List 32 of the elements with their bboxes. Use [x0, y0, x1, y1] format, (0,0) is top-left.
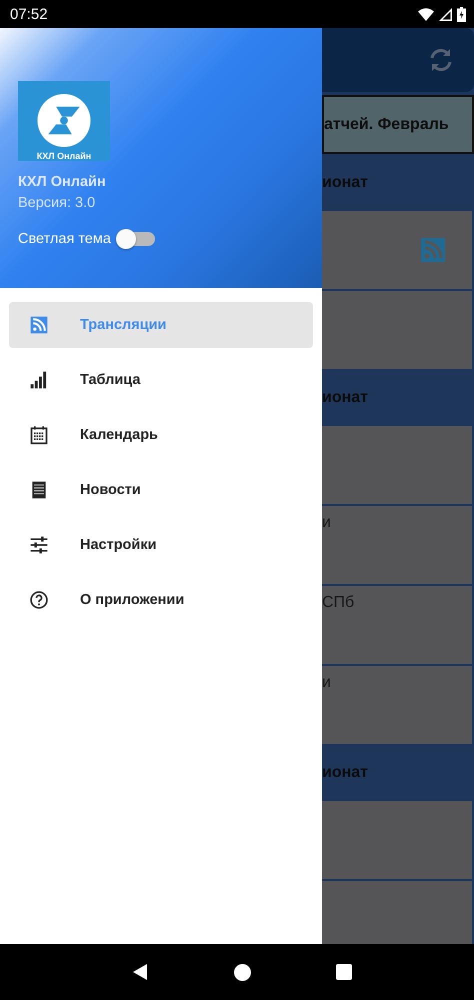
card-text: и [322, 674, 331, 691]
section-title: ионат [322, 764, 368, 782]
wifi-icon [418, 8, 434, 20]
app-version: Версия: 3.0 [18, 195, 96, 211]
help-icon [29, 590, 49, 610]
refresh-icon[interactable] [428, 47, 454, 73]
theme-label: Светлая тема [18, 231, 111, 247]
menu-item[interactable]: О приложении [9, 577, 313, 623]
section-title: ионат [322, 388, 368, 406]
clock: 07:52 [10, 6, 48, 22]
calendar-icon [29, 425, 49, 445]
rss-icon [29, 315, 49, 335]
back-icon[interactable] [130, 963, 148, 981]
menu-item[interactable]: Таблица [9, 357, 313, 403]
home-icon[interactable] [234, 964, 250, 980]
menu-item[interactable]: Новости [9, 467, 313, 513]
menu-item[interactable]: Настройки [9, 522, 313, 568]
card-text: и [322, 514, 331, 531]
menu-item[interactable]: Календарь [9, 412, 313, 458]
recents-icon[interactable] [336, 964, 352, 980]
card-text: СПб [322, 594, 354, 611]
banner-title: атчей. Февраль [324, 116, 449, 134]
bar-chart-icon [29, 370, 49, 390]
section-title: ионат [322, 174, 368, 192]
app-name: КХЛ Онлайн [18, 174, 107, 190]
theme-switch[interactable] [118, 232, 155, 246]
rss-icon [421, 238, 445, 262]
logo-emblem-icon [36, 93, 92, 148]
signal-icon [439, 8, 452, 20]
sliders-icon [29, 535, 49, 555]
battery-icon [457, 6, 466, 22]
logo-caption: КХЛ Онлайн [36, 151, 92, 161]
